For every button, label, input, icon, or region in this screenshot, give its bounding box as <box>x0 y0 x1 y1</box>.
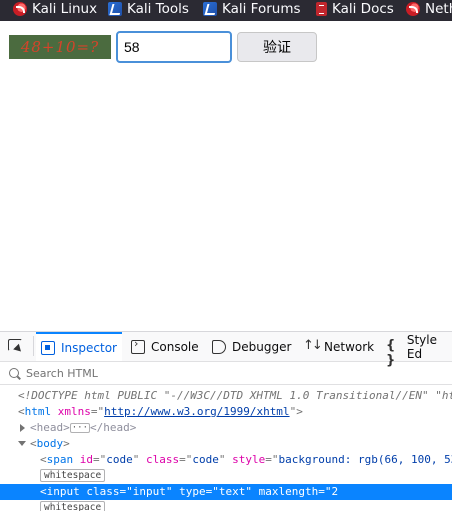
bookmark-label: Kali Forums <box>222 1 301 17</box>
tag-name: head <box>37 421 64 434</box>
console-icon <box>131 340 145 354</box>
tree-row-body[interactable]: <body> <box>0 436 452 452</box>
ellipsis-icon[interactable]: ··· <box>70 423 90 433</box>
tab-network[interactable]: Network <box>304 332 374 361</box>
attr-name: type <box>179 485 206 498</box>
bookmark-label: Kali Docs <box>332 1 394 17</box>
kali-dragon-icon <box>13 2 27 16</box>
bookmarks-toolbar: Kali Linux Kali Tools Kali Forums Kali D… <box>0 0 452 21</box>
search-html-input[interactable] <box>24 366 428 381</box>
attr-value: code <box>192 453 219 466</box>
attr-value: input <box>133 485 166 498</box>
attr-name: class <box>146 453 179 466</box>
tag-name: html <box>25 405 52 418</box>
toolbar-divider <box>33 336 34 356</box>
attr-name: class <box>86 485 119 498</box>
attr-name: xmlns <box>58 405 91 418</box>
bookmark-nethunter[interactable]: Neth <box>406 0 452 17</box>
captcha-answer-input[interactable] <box>116 31 232 63</box>
tag-name: input <box>47 485 80 498</box>
tab-style-editor[interactable]: Style Ed <box>388 332 452 361</box>
debugger-icon <box>212 340 226 354</box>
attr-value: text <box>219 485 246 498</box>
bookmark-kali-docs[interactable]: Kali Docs <box>316 0 394 17</box>
tree-row-span[interactable]: <span id="code" class="code" style="back… <box>0 452 452 468</box>
bookmark-label: Kali Tools <box>127 1 189 17</box>
tree-row-head[interactable]: <head>···</head> <box>0 420 452 436</box>
verify-button[interactable]: 验证 <box>237 32 317 62</box>
attr-link[interactable]: http://www.w3.org/1999/xhtml <box>104 405 289 418</box>
kali-tools-icon <box>108 2 122 16</box>
tab-label: Network <box>324 340 374 354</box>
kali-docs-icon <box>316 2 327 16</box>
tab-label: Console <box>151 340 199 354</box>
tab-inspector[interactable]: Inspector <box>36 332 122 361</box>
attr-value: 2 <box>331 485 338 498</box>
tree-row-doctype[interactable]: <!DOCTYPE html PUBLIC "-//W3C//DTD XHTML… <box>0 388 452 404</box>
tag-name: head <box>103 421 130 434</box>
tree-row-whitespace[interactable]: whitespace <box>0 468 452 484</box>
tab-debugger[interactable]: Debugger <box>212 332 291 361</box>
attr-name: id <box>80 453 93 466</box>
expand-triangle-icon[interactable] <box>20 424 25 432</box>
search-icon <box>9 368 19 378</box>
network-icon <box>304 340 318 354</box>
tree-row-html[interactable]: <html xmlns="http://www.w3.org/1999/xhtm… <box>0 404 452 420</box>
captcha-code: 48+10=? <box>9 35 111 59</box>
tag-name: body <box>37 437 64 450</box>
tree-row-input-selected[interactable]: <input class="input" type="text" maxleng… <box>0 484 452 500</box>
collapse-triangle-icon[interactable] <box>18 441 26 446</box>
attr-value: background: rgb(66, 100, 53) no <box>279 453 452 466</box>
devtools-panel: Inspector Console Debugger Network Style… <box>0 331 452 511</box>
tab-console[interactable]: Console <box>131 332 199 361</box>
attr-value: code <box>106 453 133 466</box>
inspector-icon <box>41 341 55 355</box>
tree-row-whitespace[interactable]: whitespace <box>0 500 452 511</box>
bookmark-label: Kali Linux <box>32 1 97 17</box>
tab-label: Debugger <box>232 340 291 354</box>
attr-name: maxlength <box>259 485 319 498</box>
devtools-tabbar: Inspector Console Debugger Network Style… <box>0 332 452 362</box>
attr-name: style <box>232 453 265 466</box>
doctype-text: <!DOCTYPE html PUBLIC "-//W3C//DTD XHTML… <box>18 388 452 404</box>
tab-label: Inspector <box>61 341 117 355</box>
bookmark-kali-linux[interactable]: Kali Linux <box>13 0 97 17</box>
kali-dragon-icon <box>406 2 420 16</box>
bookmark-label: Neth <box>425 1 452 17</box>
bookmark-kali-forums[interactable]: Kali Forums <box>203 0 301 17</box>
tag-name: span <box>47 453 74 466</box>
style-editor-icon <box>388 340 401 354</box>
search-html-bar <box>0 362 452 385</box>
element-picker-icon[interactable] <box>8 339 24 353</box>
bookmark-kali-tools[interactable]: Kali Tools <box>108 0 189 17</box>
kali-forums-icon <box>203 2 217 16</box>
tab-label: Style Ed <box>407 333 452 361</box>
whitespace-badge: whitespace <box>40 469 105 482</box>
